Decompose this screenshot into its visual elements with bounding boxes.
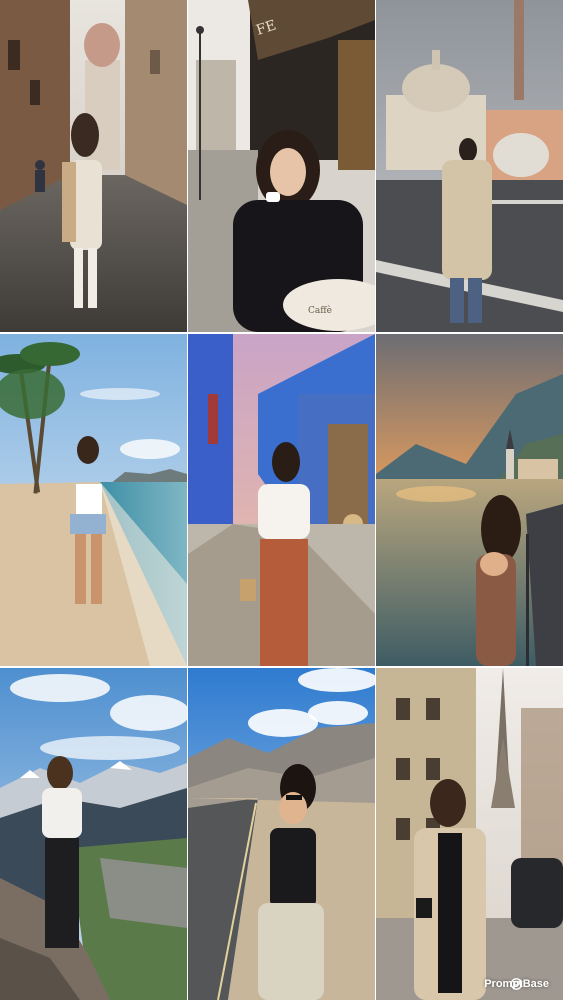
photo-paris-eiffel-street: PromptBase <box>376 668 563 1000</box>
promptbase-watermark: PromptBase <box>484 978 549 990</box>
photo-tropical-beach <box>0 334 187 666</box>
photo-mountain-road <box>188 668 375 1000</box>
photo-mountain-overlook <box>0 668 187 1000</box>
photo-paris-cafe: Caffè FE <box>188 0 375 332</box>
photo-florence-street <box>0 0 187 332</box>
photo-lake-sunset <box>376 334 563 666</box>
photo-blue-medina-street <box>188 334 375 666</box>
photo-rome-piazza <box>376 0 563 332</box>
promptbase-logo-icon <box>510 978 523 990</box>
photo-collage: Caffè FE PromptBase <box>0 0 563 1000</box>
cafe-table-text: Caffè <box>308 305 332 316</box>
